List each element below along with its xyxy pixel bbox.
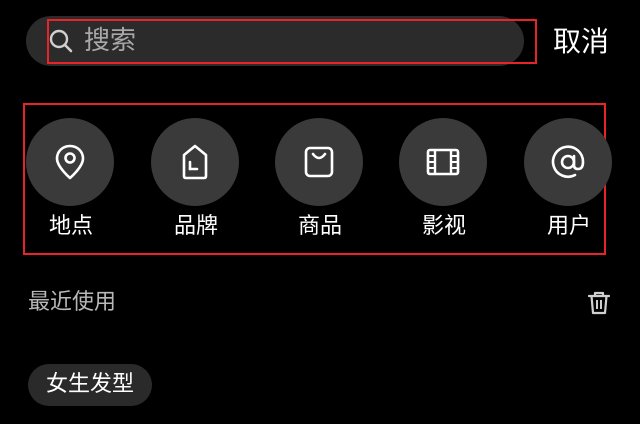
film-icon xyxy=(426,148,460,176)
category-label: 商品 xyxy=(297,214,342,239)
category-product[interactable]: 商品 xyxy=(275,118,365,248)
brand-tag-icon xyxy=(182,144,208,180)
trash-icon[interactable] xyxy=(586,290,612,316)
location-pin-icon xyxy=(55,144,85,180)
at-sign-icon xyxy=(551,145,585,178)
recent-search-chip[interactable]: 女生发型 xyxy=(28,364,153,406)
category-film[interactable]: 影视 xyxy=(399,118,489,248)
category-label: 用户 xyxy=(546,214,591,239)
recent-section-title: 最近使用 xyxy=(28,290,117,315)
search-input[interactable] xyxy=(84,24,504,58)
cancel-button[interactable]: 取消 xyxy=(553,22,609,62)
category-circle xyxy=(399,118,487,206)
category-circle xyxy=(151,118,239,206)
shopping-bag-icon xyxy=(304,146,334,178)
category-circle xyxy=(524,118,612,206)
category-brand[interactable]: 品牌 xyxy=(151,118,241,248)
category-circle xyxy=(26,118,114,206)
search-icon xyxy=(49,29,73,53)
category-location[interactable]: 地点 xyxy=(26,118,116,248)
category-label: 品牌 xyxy=(173,214,218,239)
category-label: 地点 xyxy=(48,214,93,239)
category-circle xyxy=(275,118,363,206)
category-user[interactable]: 用户 xyxy=(524,118,614,248)
category-label: 影视 xyxy=(421,214,466,239)
